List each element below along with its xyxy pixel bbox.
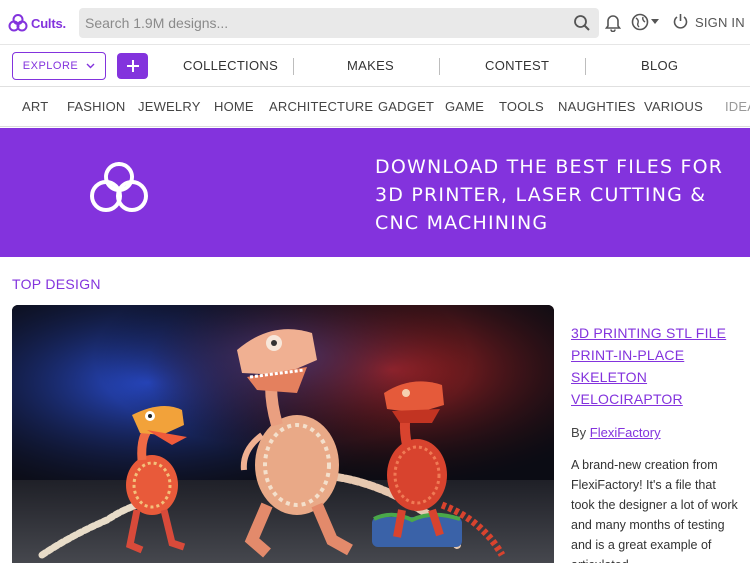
design-description: A brand-new creation from FlexiFactory! … — [571, 458, 738, 563]
design-author-line: By FlexiFactory — [571, 425, 741, 440]
search-input[interactable] — [79, 8, 549, 38]
by-label: By — [571, 425, 587, 440]
explore-label: EXPLORE — [22, 60, 79, 72]
banner-headline: DOWNLOAD THE BEST FILES FOR 3D PRINTER, … — [375, 156, 724, 234]
nav-contest[interactable]: CONTEST — [485, 58, 549, 73]
category-ideas[interactable]: IDEAS — [725, 99, 750, 114]
nav-divider — [585, 58, 586, 75]
author-link[interactable]: FlexiFactory — [590, 425, 661, 440]
cults-logo-icon — [90, 162, 148, 212]
category-architecture[interactable]: ARCHITECTURE — [269, 99, 373, 114]
globe-icon — [631, 13, 649, 31]
category-naughties[interactable]: NAUGHTIES — [558, 99, 636, 114]
nav-divider — [293, 58, 294, 75]
skeleton-dinosaurs-photo — [12, 305, 554, 563]
explore-button[interactable]: EXPLORE — [12, 52, 106, 80]
nav-divider — [439, 58, 440, 75]
category-gadget[interactable]: GADGET — [378, 99, 434, 114]
nav-makes[interactable]: MAKES — [347, 58, 394, 73]
language-selector[interactable] — [631, 13, 659, 31]
category-various[interactable]: VARIOUS — [644, 99, 703, 114]
chevron-down-icon — [86, 63, 95, 69]
section-title: TOP DESIGN — [12, 276, 101, 292]
main-nav: EXPLORE COLLECTIONS MAKES CONTEST BLOG — [0, 45, 750, 87]
power-icon[interactable] — [672, 13, 689, 30]
search-bar — [79, 8, 599, 38]
category-game[interactable]: GAME — [445, 99, 484, 114]
chevron-down-icon — [651, 19, 659, 24]
nav-blog[interactable]: BLOG — [641, 58, 678, 73]
plus-icon — [126, 60, 139, 72]
category-home[interactable]: HOME — [214, 99, 254, 114]
top-bar: Cults. SIGN IN — [0, 0, 750, 45]
nav-collections[interactable]: COLLECTIONS — [183, 58, 278, 73]
bell-icon[interactable] — [604, 13, 622, 32]
design-image[interactable] — [12, 305, 554, 563]
add-button[interactable] — [117, 53, 148, 79]
category-fashion[interactable]: FASHION — [67, 99, 125, 114]
sign-in-link[interactable]: SIGN IN — [695, 15, 745, 30]
design-title-link[interactable]: 3D PRINTING STL FILE PRINT-IN-PLACE SKEL… — [571, 322, 741, 410]
logo-text: Cults. — [31, 15, 66, 31]
site-logo[interactable]: Cults. — [8, 11, 66, 35]
category-bar: ART FASHION JEWELRY HOME ARCHITECTURE GA… — [0, 88, 750, 127]
hero-banner: DOWNLOAD THE BEST FILES FOR 3D PRINTER, … — [0, 128, 750, 257]
category-tools[interactable]: TOOLS — [499, 99, 544, 114]
category-art[interactable]: ART — [22, 99, 48, 114]
design-details: 3D PRINTING STL FILE PRINT-IN-PLACE SKEL… — [571, 322, 741, 563]
search-icon[interactable] — [573, 14, 591, 32]
cults-logo-icon — [8, 14, 28, 32]
category-jewelry[interactable]: JEWELRY — [138, 99, 201, 114]
